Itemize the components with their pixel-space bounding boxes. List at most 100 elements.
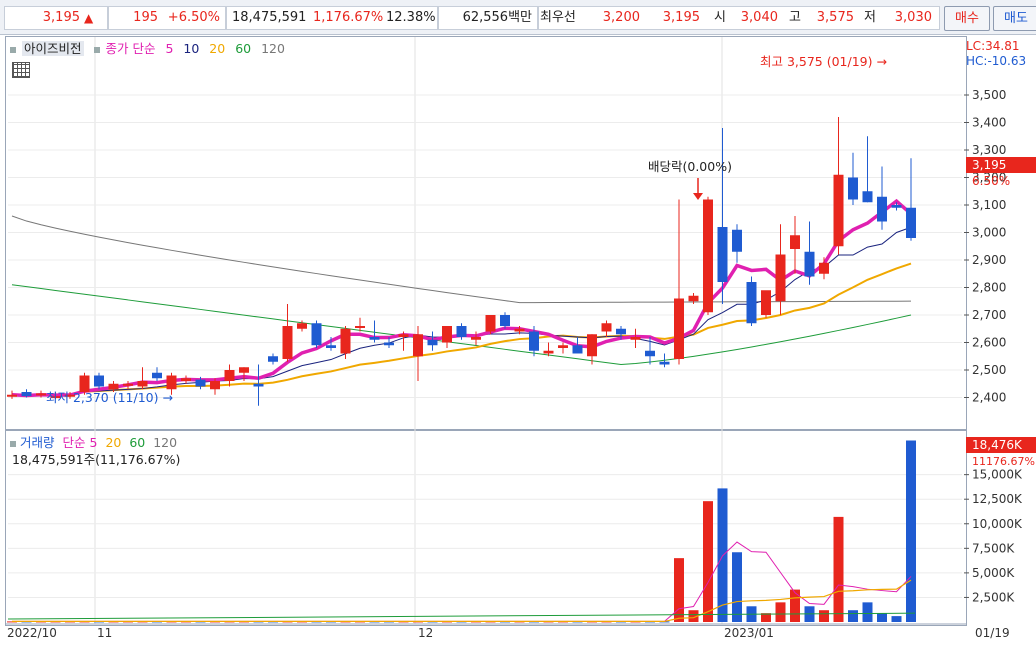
candle-body bbox=[616, 328, 626, 335]
vma20-label: 20 bbox=[105, 435, 122, 450]
candle-body bbox=[500, 315, 510, 326]
y-tick-label: 7,500K bbox=[972, 541, 1015, 555]
volume-bar bbox=[732, 552, 742, 622]
vma5-label: 5 bbox=[89, 435, 98, 450]
ma20-label: 20 bbox=[209, 41, 226, 56]
candle-body bbox=[659, 361, 670, 365]
dividend-annotation: 배당락(0.00%) bbox=[648, 159, 732, 174]
y-tick-label: 2,500 bbox=[972, 363, 1006, 377]
y-tick-label: 3,300 bbox=[972, 143, 1006, 157]
volume-bar bbox=[906, 440, 916, 622]
candle-body bbox=[891, 205, 902, 208]
candle-body bbox=[94, 375, 104, 387]
x-label-jan: 2023/01 bbox=[724, 626, 774, 640]
y-tick-label: 10,000K bbox=[972, 517, 1023, 531]
candle-body bbox=[427, 339, 438, 346]
x-label-oct: 2022/10 bbox=[7, 626, 57, 640]
volume-bar bbox=[862, 602, 873, 622]
hc-label: HC:-10.63 bbox=[966, 54, 1026, 68]
last-vol-tag: 18,476K bbox=[972, 438, 1023, 452]
y-tick-label: 3,100 bbox=[972, 198, 1006, 212]
candle-body bbox=[137, 381, 148, 387]
volume-title: 거래량 bbox=[20, 435, 55, 450]
candle-body bbox=[224, 370, 235, 381]
grid-icon[interactable] bbox=[12, 62, 30, 78]
y-tick-label: 2,700 bbox=[972, 308, 1006, 322]
volume-bar bbox=[833, 516, 844, 622]
candle-body bbox=[674, 298, 684, 359]
ma10-label: 10 bbox=[183, 41, 200, 56]
candlestick-chart: 3,5003,4003,3003,2003,1003,0002,9002,800… bbox=[5, 37, 1036, 625]
candle-body bbox=[311, 323, 322, 346]
y-tick-label: 12,500K bbox=[972, 492, 1023, 506]
x-label-dec: 12 bbox=[418, 626, 434, 640]
last-price-tag: 3,195 bbox=[972, 158, 1006, 172]
candle-body bbox=[862, 191, 873, 203]
candle-body bbox=[21, 392, 32, 397]
candle-body bbox=[210, 381, 220, 390]
candle-body bbox=[166, 375, 177, 390]
candle-body bbox=[152, 372, 162, 379]
candle-body bbox=[181, 378, 191, 381]
candle-body bbox=[297, 323, 307, 329]
volume-bar bbox=[877, 613, 887, 622]
volume-bar bbox=[848, 610, 858, 622]
candle-body bbox=[456, 326, 467, 337]
lc-label: LC:34.81 bbox=[966, 39, 1019, 53]
candle-body bbox=[514, 328, 525, 332]
dividend-arrow-head bbox=[693, 193, 703, 200]
candle-body bbox=[413, 334, 423, 357]
candle-body bbox=[355, 326, 365, 328]
vma60-label: 60 bbox=[129, 435, 146, 450]
candle-body bbox=[529, 331, 539, 351]
candle-body bbox=[108, 383, 119, 390]
candle-body bbox=[630, 337, 641, 340]
ma5-label: 5 bbox=[165, 41, 174, 56]
volume-bar bbox=[775, 602, 786, 622]
y-tick-label: 2,400 bbox=[972, 391, 1006, 405]
candle-body bbox=[732, 229, 742, 252]
y-tick-label: 2,600 bbox=[972, 336, 1006, 350]
candle-body bbox=[906, 207, 916, 238]
volume-bar bbox=[819, 610, 829, 622]
candle-body bbox=[717, 227, 728, 282]
candle-body bbox=[369, 337, 380, 340]
ma120-label: 120 bbox=[261, 41, 285, 56]
low-annotation: 최저 2,370 (11/10) → bbox=[46, 390, 173, 405]
stock-name[interactable]: 아이즈비전 bbox=[22, 41, 84, 56]
x-label-nov: 11 bbox=[97, 626, 113, 640]
volume-summary: 18,475,591주(11,176.67%) bbox=[12, 452, 181, 467]
ma60-label: 60 bbox=[235, 41, 252, 56]
candle-body bbox=[195, 379, 206, 387]
volume-bar bbox=[790, 589, 800, 622]
candle-body bbox=[282, 326, 293, 359]
candle-body bbox=[253, 383, 264, 387]
candle-body bbox=[645, 350, 655, 357]
candle-body bbox=[268, 356, 278, 362]
price-legend: 아이즈비전 종가 단순 5 10 20 60 120 bbox=[10, 38, 291, 57]
candle-body bbox=[7, 394, 17, 397]
candle-body bbox=[36, 393, 46, 396]
y-tick-label: 2,800 bbox=[972, 281, 1006, 295]
candle-body bbox=[848, 177, 858, 200]
candle-body bbox=[543, 350, 554, 354]
candle-body bbox=[471, 337, 481, 340]
cursor-date: 01/19 bbox=[975, 626, 1010, 640]
candle-body bbox=[833, 174, 844, 247]
y-tick-label: 15,000K bbox=[972, 468, 1023, 482]
candle-body bbox=[819, 262, 829, 274]
candle-body bbox=[601, 323, 612, 332]
candle-body bbox=[746, 282, 757, 324]
last-pct-tag: 6.50% bbox=[972, 174, 1010, 188]
vma120-label: 120 bbox=[153, 435, 178, 450]
candle-body bbox=[703, 199, 713, 313]
candle-body bbox=[761, 290, 771, 315]
volume-bar bbox=[891, 616, 902, 622]
y-tick-label: 3,500 bbox=[972, 88, 1006, 102]
candle-body bbox=[398, 334, 409, 337]
volume-bar bbox=[703, 501, 713, 622]
y-tick-label: 2,500K bbox=[972, 590, 1015, 604]
candle-body bbox=[340, 328, 351, 354]
y-tick-label: 3,000 bbox=[972, 226, 1006, 240]
candle-body bbox=[558, 345, 568, 348]
